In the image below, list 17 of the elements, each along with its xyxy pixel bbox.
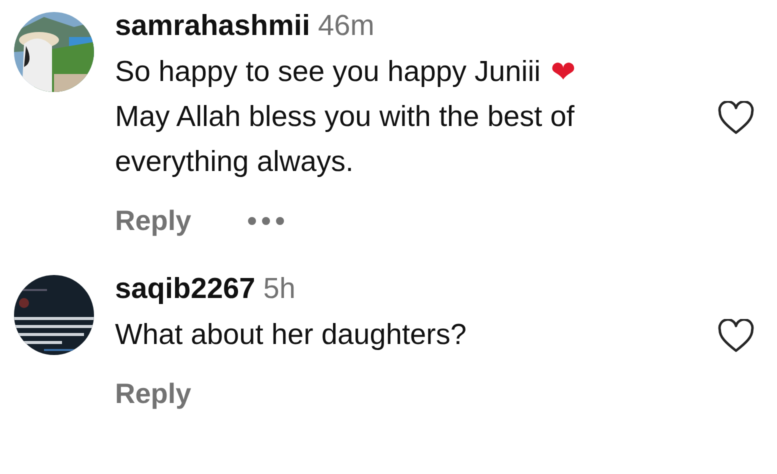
timestamp: 46m: [318, 10, 374, 43]
comment-text: What about her daughters?: [115, 319, 466, 352]
like-button[interactable]: [717, 100, 755, 134]
heart-emoji: ❤: [550, 55, 576, 90]
comment-text: everything always.: [115, 146, 354, 179]
more-icon: [247, 216, 286, 226]
username[interactable]: saqib2267: [115, 273, 256, 306]
more-button[interactable]: [247, 216, 286, 226]
timestamp: 5h: [263, 273, 296, 306]
heart-icon: [717, 100, 755, 134]
username[interactable]: samrahashmii: [115, 10, 310, 43]
reply-button[interactable]: Reply: [115, 378, 192, 410]
like-button[interactable]: [717, 318, 755, 352]
comment-text: May Allah bless you with the best of: [115, 101, 574, 134]
heart-icon: [717, 318, 755, 352]
comment-text: So happy to see you happy Juniii: [115, 56, 541, 89]
reply-button[interactable]: Reply: [115, 205, 192, 237]
